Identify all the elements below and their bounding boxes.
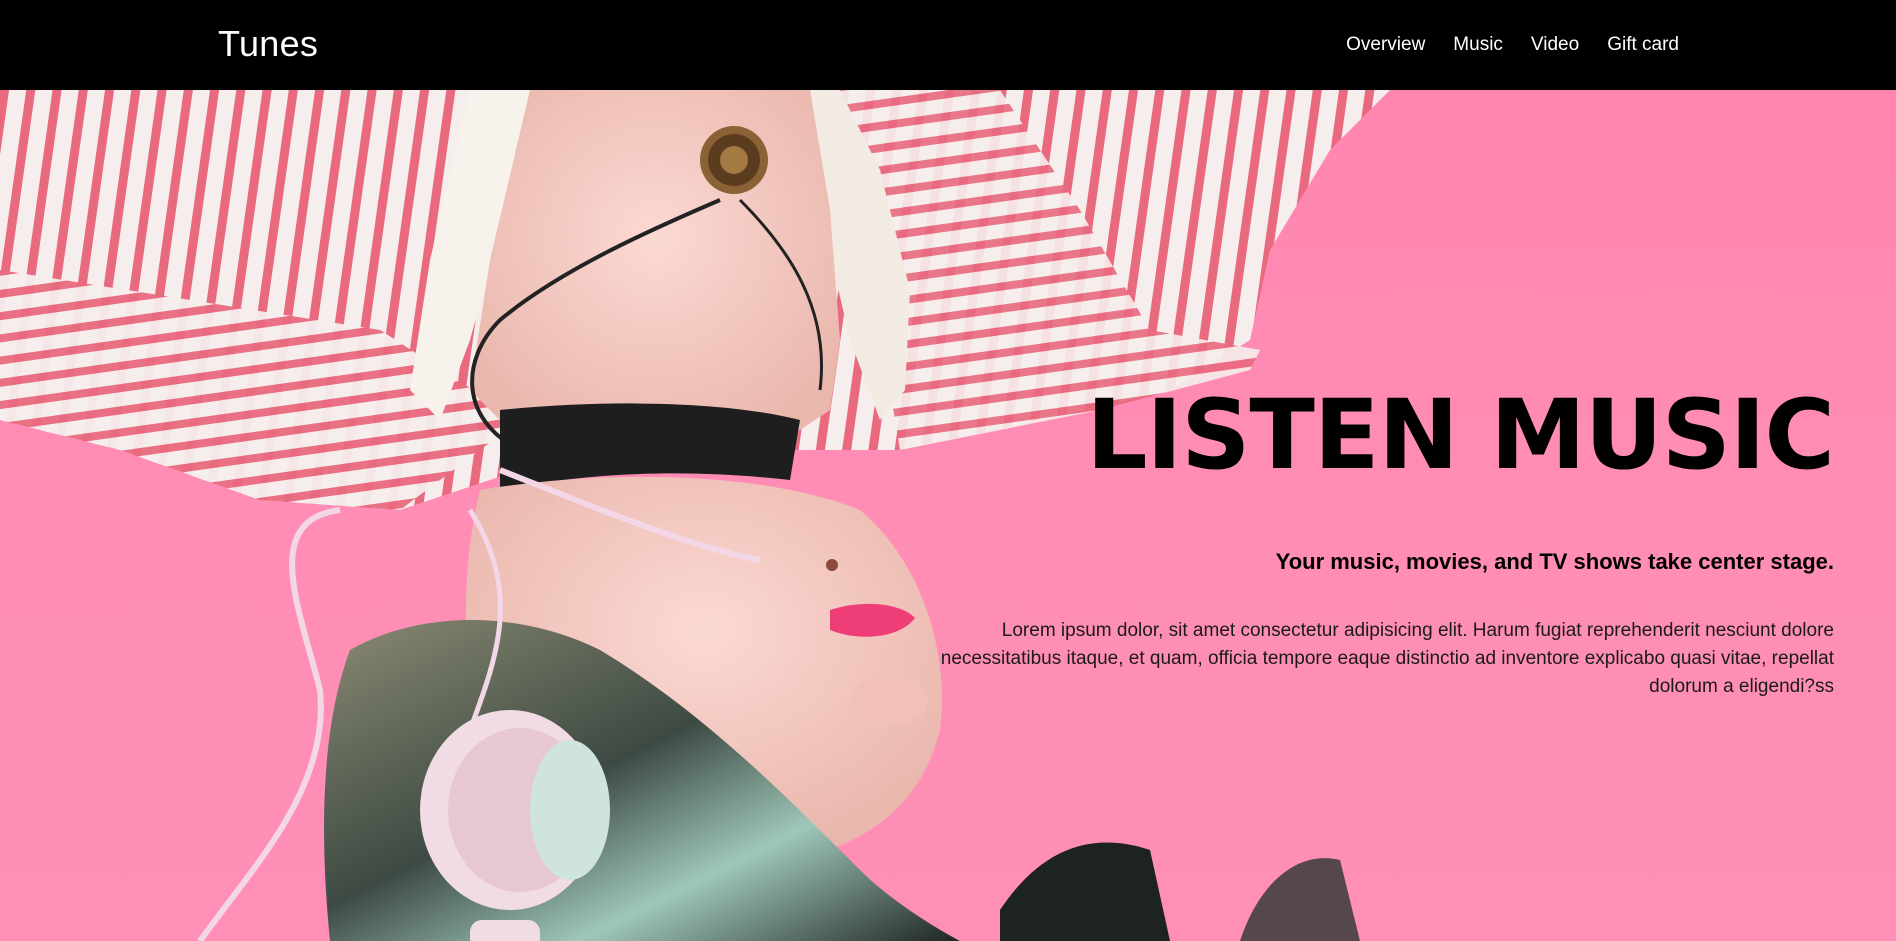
hero-title: LISTEN MUSIC bbox=[1086, 379, 1835, 491]
nav-link-video[interactable]: Video bbox=[1531, 32, 1579, 58]
top-navigation-bar: Tunes Overview Music Video Gift card bbox=[0, 0, 1896, 90]
hero-subtitle: Your music, movies, and TV shows take ce… bbox=[1275, 549, 1834, 574]
brand-logo[interactable]: Tunes bbox=[218, 22, 318, 66]
hero-section: LISTEN MUSIC Your music, movies, and TV … bbox=[0, 90, 1896, 941]
main-nav: Overview Music Video Gift card bbox=[1318, 32, 1679, 58]
nav-link-gift-card[interactable]: Gift card bbox=[1607, 32, 1679, 58]
nav-link-music[interactable]: Music bbox=[1453, 32, 1503, 58]
hero-image bbox=[0, 90, 1390, 941]
nav-link-overview[interactable]: Overview bbox=[1346, 32, 1425, 58]
hero-description: Lorem ipsum dolor, sit amet consectetur … bbox=[940, 620, 1834, 697]
